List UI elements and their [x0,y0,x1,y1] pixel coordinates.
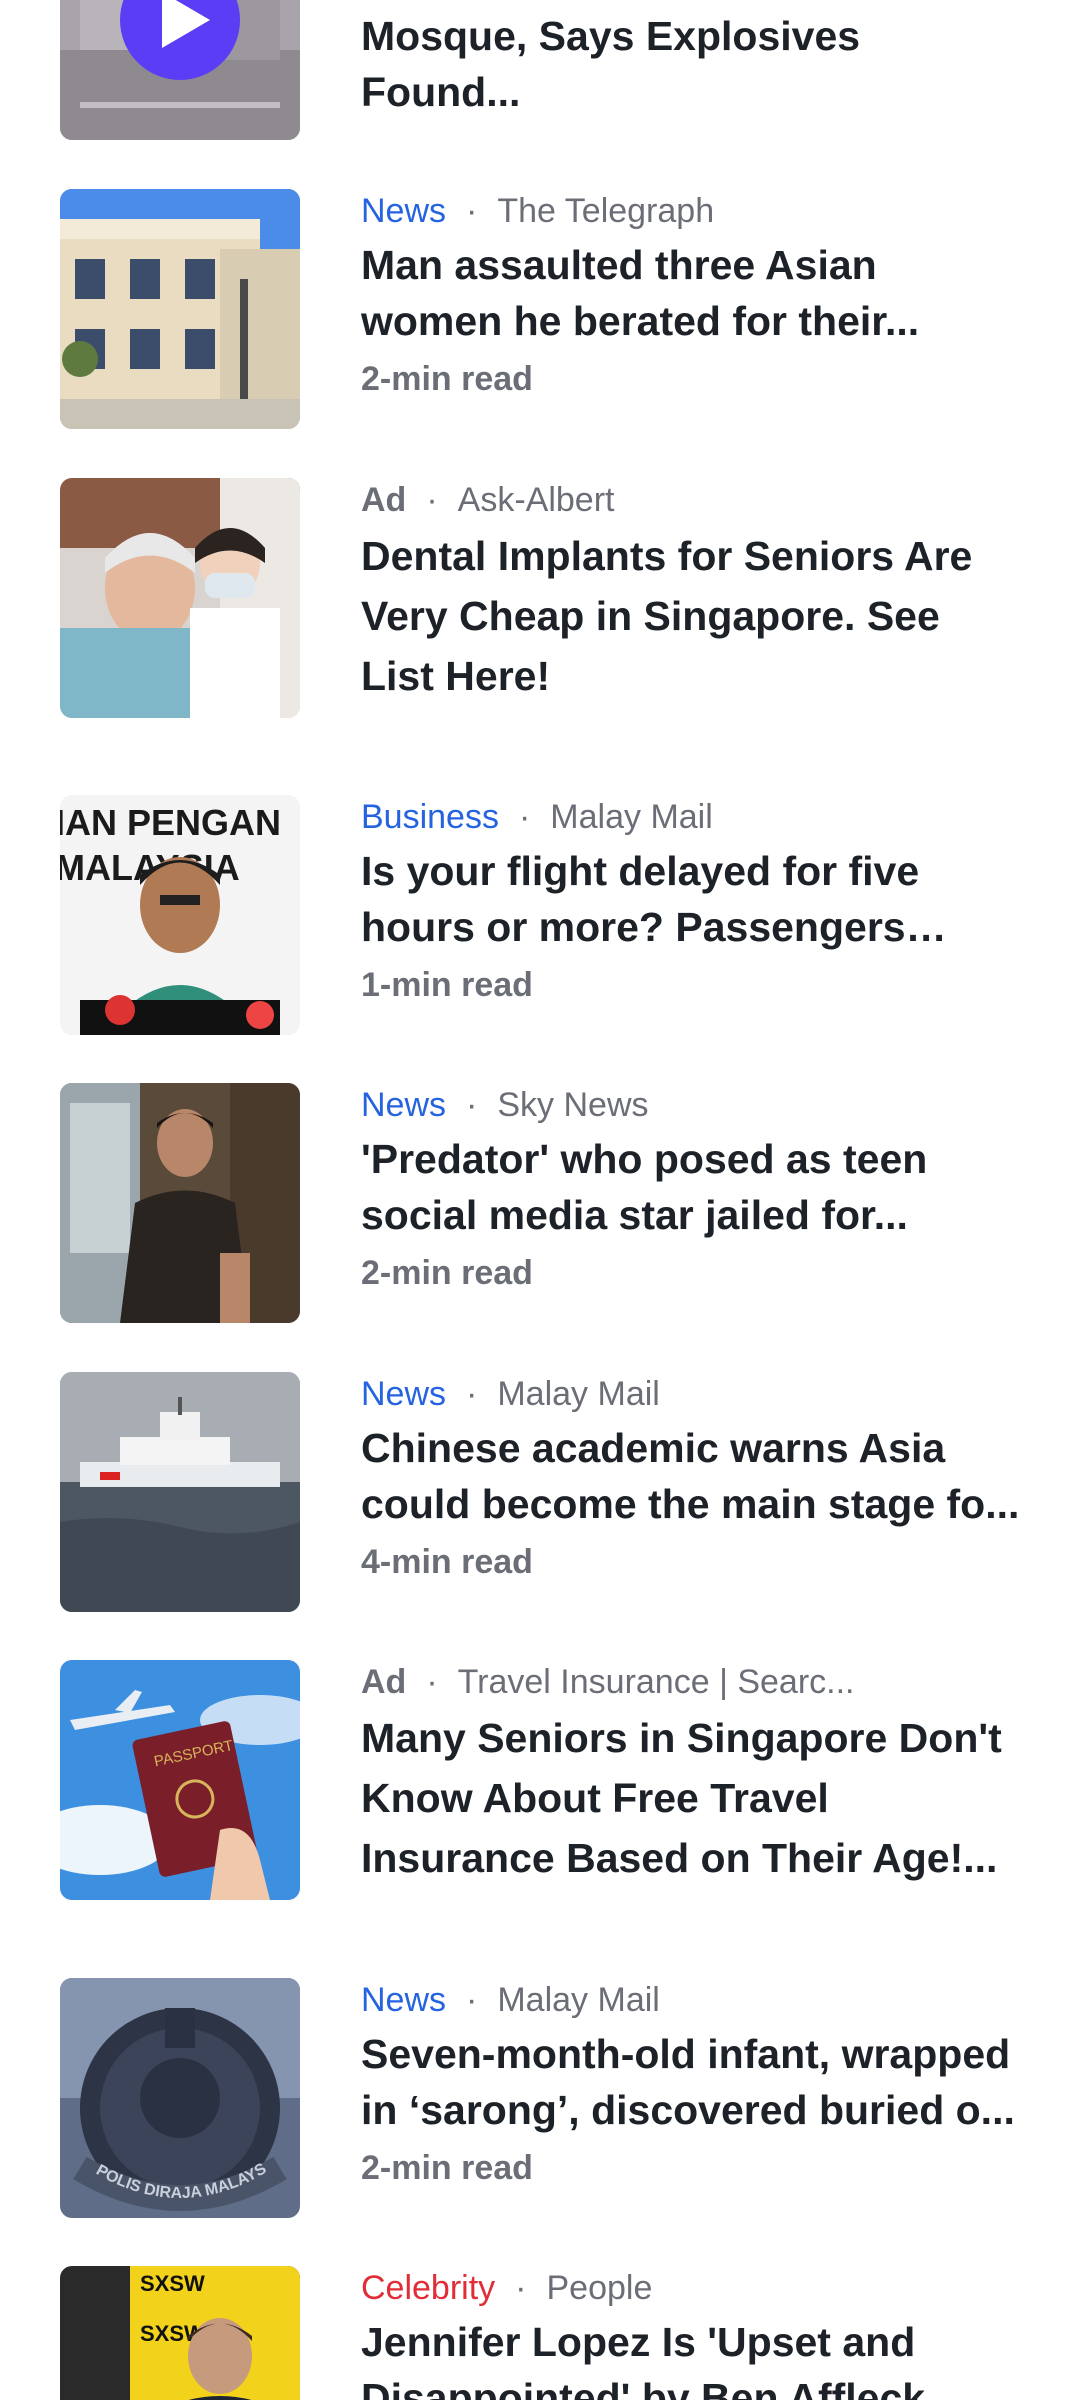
ad-headline[interactable]: Dental Implants for Seniors Are Very Che… [361,526,1021,706]
article-thumbnail [60,0,300,140]
article-meta: News · Malay Mail [361,1978,1021,2022]
article-meta: News · Malay Mail [361,1372,1021,1416]
category-label[interactable]: Business [361,798,499,836]
article-thumbnail: SXSW SXSW [60,2266,300,2400]
article-headline[interactable]: Is your flight delayed for five hours or… [361,843,1021,955]
article-headline[interactable]: Mosque, Says Explosives Found... [361,8,1021,120]
source-label: Malay Mail [497,1981,660,2019]
article-headline[interactable]: Seven-month-old infant, wrapped in ‘saro… [361,2026,1021,2138]
ad-label: Ad [361,1663,407,1701]
article-headline[interactable]: 'Predator' who posed as teen social medi… [361,1131,1021,1243]
article-headline[interactable]: Man assaulted three Asian women he berat… [361,237,1021,349]
article-headline[interactable]: Jennifer Lopez Is 'Upset and Disappointe… [361,2314,1021,2400]
meta-separator: · [515,2269,527,2307]
meta-separator: · [466,1086,478,1124]
meta-separator: · [518,798,531,836]
category-label[interactable]: News [361,1086,446,1124]
read-time: 1-min read [361,966,533,1004]
source-label: People [546,2269,653,2307]
meta-separator: · [426,481,438,519]
ad-meta: Ad · Ask-Albert [361,478,1021,522]
ad-thumbnail: PASSPORT [60,1660,300,1900]
article-thumbnail [60,1083,300,1323]
category-label[interactable]: News [361,192,446,230]
article-headline[interactable]: Chinese academic warns Asia could become… [361,1420,1021,1532]
ad-meta: Ad · Travel Insurance | Searc... [361,1660,1021,1704]
article-thumbnail [60,1372,300,1612]
source-label: Malay Mail [550,798,713,836]
article-meta: News · The Telegraph [361,189,1021,233]
source-label: Malay Mail [497,1375,660,1413]
article-thumbnail: POLIS DIRAJA MALAYSIA [60,1978,300,2218]
read-time: 4-min read [361,1543,533,1581]
read-time: 2-min read [361,1254,533,1292]
category-label[interactable]: News [361,1375,446,1413]
news-feed: Mosque, Says Explosives Found... News · … [0,0,1080,2400]
category-label[interactable]: News [361,1981,446,2019]
advertiser-label: Travel Insurance | Searc... [457,1663,855,1701]
advertiser-label: Ask-Albert [457,481,615,519]
source-label: Sky News [497,1086,649,1124]
article-thumbnail: IAN PENGAN MALAYSIA [60,795,300,1035]
source-label: The Telegraph [497,192,715,230]
meta-separator: · [466,1375,478,1413]
thumb-logo-text: SXSW [140,2271,205,2296]
meta-separator: · [466,192,478,230]
ad-label: Ad [361,481,407,519]
read-time: 2-min read [361,2149,533,2187]
ad-headline[interactable]: Many Seniors in Singapore Don't Know Abo… [361,1708,1021,1888]
thumb-backdrop-text: IAN PENGAN [60,802,281,843]
article-meta: News · Sky News [361,1083,1021,1127]
read-time: 2-min read [361,360,533,398]
ad-thumbnail [60,478,300,718]
meta-separator: · [426,1663,438,1701]
article-thumbnail [60,189,300,429]
meta-separator: · [466,1981,478,2019]
article-meta: Celebrity · People [361,2266,1021,2310]
category-label[interactable]: Celebrity [361,2269,495,2307]
article-meta: Business · Malay Mail [361,795,1021,839]
